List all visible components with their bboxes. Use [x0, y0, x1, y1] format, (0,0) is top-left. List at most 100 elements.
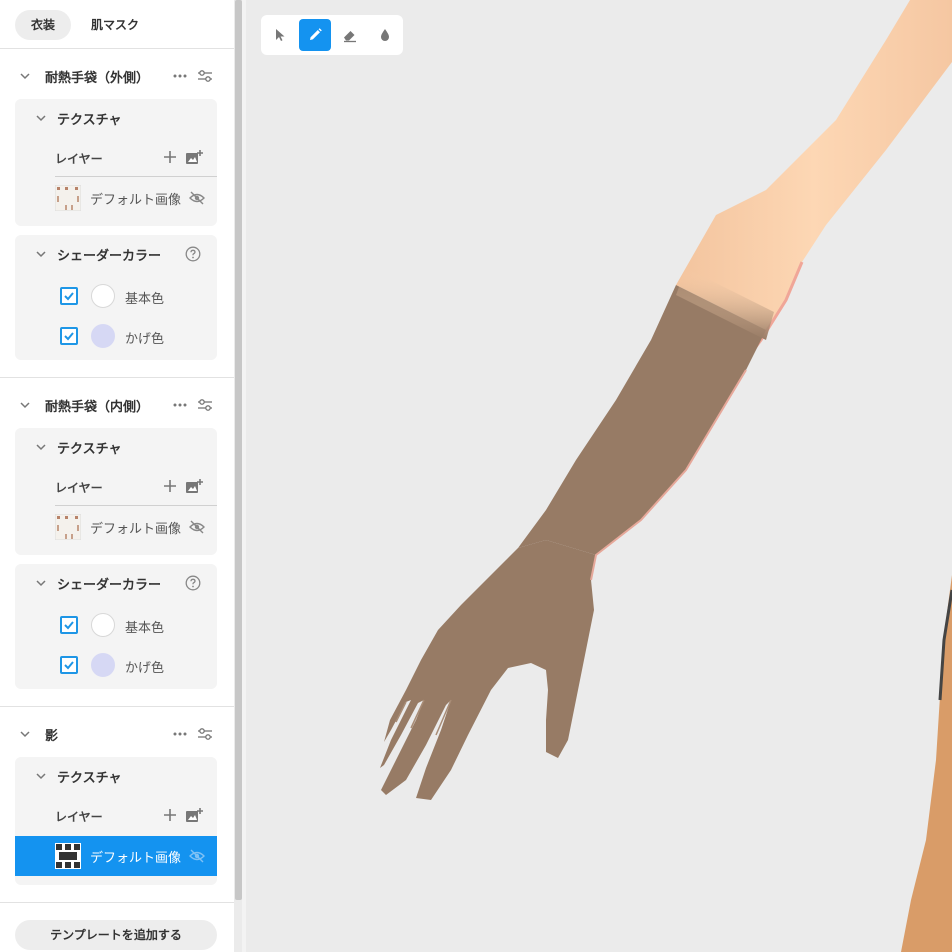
tab-skin-mask[interactable]: 肌マスク: [75, 10, 155, 40]
chevron-down-icon[interactable]: [36, 113, 46, 123]
model-preview[interactable]: [246, 0, 952, 952]
section-header-glove-inner[interactable]: 耐熱手袋（内側）: [0, 391, 234, 419]
layer-label: レイヤー: [55, 151, 103, 166]
color-name: かげ色: [125, 661, 165, 676]
chevron-down-icon[interactable]: [36, 442, 46, 452]
texture-title: テクスチャ: [57, 112, 122, 128]
add-image-icon[interactable]: [185, 807, 203, 823]
divider: [55, 176, 217, 177]
left-panel: 衣装 肌マスク 耐熱手袋（外側） テクスチャ レイヤー デフォルト画像 シェーダ…: [0, 0, 234, 952]
checkmark-icon: [64, 661, 74, 670]
color-row-base: 基本色: [15, 610, 217, 640]
shader-title: シェーダーカラー: [57, 577, 162, 593]
pen-tool[interactable]: [299, 19, 331, 51]
section-title: 耐熱手袋（外側）: [45, 70, 150, 86]
color-row-shadow: かげ色: [15, 321, 217, 351]
texture-card-header[interactable]: テクスチャ: [15, 765, 217, 787]
color-row-base: 基本色: [15, 281, 217, 311]
color-swatch[interactable]: [91, 324, 115, 348]
shader-card: シェーダーカラー 基本色 かげ色: [15, 564, 217, 689]
tab-costume[interactable]: 衣装: [15, 10, 72, 40]
eraser-icon: [344, 31, 356, 43]
checkbox[interactable]: [60, 616, 78, 634]
chevron-down-icon[interactable]: [20, 400, 30, 410]
texture-title: テクスチャ: [57, 441, 122, 457]
color-swatch[interactable]: [91, 284, 115, 308]
plus-icon[interactable]: [163, 150, 177, 164]
more-icon[interactable]: [172, 399, 188, 411]
texture-thumbnail: [55, 185, 81, 211]
add-template-button[interactable]: テンプレートを追加する: [15, 920, 217, 950]
chevron-down-icon[interactable]: [36, 578, 46, 588]
texture-item-selected[interactable]: デフォルト画像: [15, 836, 217, 876]
checkbox[interactable]: [60, 327, 78, 345]
settings-sliders-icon[interactable]: [197, 727, 213, 741]
more-icon[interactable]: [172, 728, 188, 740]
plus-icon[interactable]: [163, 808, 177, 822]
checkmark-icon: [64, 332, 74, 341]
divider: [0, 706, 234, 707]
color-row-shadow: かげ色: [15, 650, 217, 680]
pencil-icon: [310, 28, 322, 40]
divider: [55, 505, 217, 506]
section-header-glove-outer[interactable]: 耐熱手袋（外側）: [0, 62, 234, 90]
texture-item[interactable]: デフォルト画像: [15, 507, 217, 547]
divider: [0, 377, 234, 378]
help-icon[interactable]: [185, 575, 201, 591]
texture-title: テクスチャ: [57, 770, 122, 786]
layer-label: レイヤー: [55, 809, 103, 824]
texture-thumbnail: [55, 843, 81, 869]
help-icon[interactable]: [185, 246, 201, 262]
texture-thumbnail: [55, 514, 81, 540]
drawing-toolbar: [261, 15, 403, 55]
color-name: かげ色: [125, 332, 165, 347]
more-icon[interactable]: [172, 70, 188, 82]
checkbox[interactable]: [60, 287, 78, 305]
shader-title: シェーダーカラー: [57, 248, 162, 264]
settings-sliders-icon[interactable]: [197, 398, 213, 412]
layer-row: レイヤー: [55, 805, 217, 827]
eye-off-icon[interactable]: [189, 520, 205, 534]
color-name: 基本色: [125, 621, 165, 636]
chevron-down-icon[interactable]: [20, 729, 30, 739]
texture-name: デフォルト画像: [90, 522, 182, 537]
divider: [0, 48, 234, 49]
upper-arm: [676, 0, 952, 330]
layer-row: レイヤー: [55, 147, 217, 169]
glove-forearm: [518, 285, 766, 555]
layer-label: レイヤー: [55, 480, 103, 495]
plus-icon[interactable]: [163, 479, 177, 493]
shader-card-header[interactable]: シェーダーカラー: [15, 243, 217, 265]
texture-item[interactable]: デフォルト画像: [15, 178, 217, 218]
select-tool[interactable]: [264, 19, 296, 51]
texture-name: デフォルト画像: [90, 193, 182, 208]
add-image-icon[interactable]: [185, 149, 203, 165]
checkbox[interactable]: [60, 656, 78, 674]
eye-off-icon[interactable]: [189, 849, 205, 863]
texture-card-header[interactable]: テクスチャ: [15, 107, 217, 129]
layer-row: レイヤー: [55, 476, 217, 498]
droplet-icon: [381, 29, 389, 41]
3d-viewport[interactable]: [246, 0, 952, 952]
section-title: 耐熱手袋（内側）: [45, 399, 150, 415]
section-header-shadow[interactable]: 影: [0, 720, 234, 748]
add-image-icon[interactable]: [185, 478, 203, 494]
texture-card: テクスチャ レイヤー デフォルト画像: [15, 99, 217, 226]
eraser-tool[interactable]: [334, 19, 366, 51]
texture-card-header[interactable]: テクスチャ: [15, 436, 217, 458]
shader-card: シェーダーカラー 基本色 かげ色: [15, 235, 217, 360]
color-swatch[interactable]: [91, 613, 115, 637]
top-tabs: 衣装 肌マスク: [15, 10, 155, 40]
texture-name: デフォルト画像: [90, 851, 182, 866]
chevron-down-icon[interactable]: [20, 71, 30, 81]
chevron-down-icon[interactable]: [36, 249, 46, 259]
settings-sliders-icon[interactable]: [197, 69, 213, 83]
divider: [0, 902, 234, 903]
color-swatch[interactable]: [91, 653, 115, 677]
shader-card-header[interactable]: シェーダーカラー: [15, 572, 217, 594]
chevron-down-icon[interactable]: [36, 771, 46, 781]
glove-hand: [380, 540, 596, 800]
fill-tool[interactable]: [369, 19, 401, 51]
eye-off-icon[interactable]: [189, 191, 205, 205]
scrollbar[interactable]: [235, 0, 242, 900]
